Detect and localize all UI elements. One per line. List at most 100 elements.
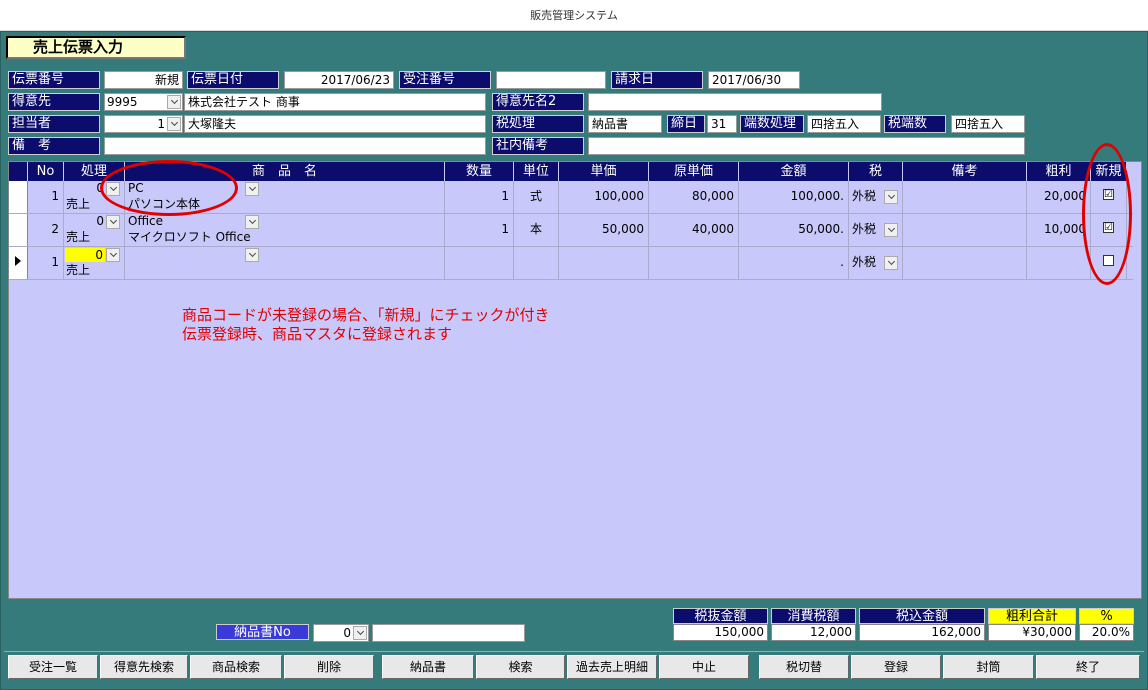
envelope-button[interactable]: 封筒 <box>943 655 1034 679</box>
rounding-label: 端数処理 <box>740 115 804 133</box>
row-selector[interactable] <box>9 214 28 246</box>
cell-unit-price[interactable]: 100,000 <box>559 181 649 213</box>
staff-code-combo[interactable]: 1 <box>104 115 183 133</box>
cell-unit[interactable] <box>514 247 559 279</box>
rounding-field[interactable]: 四捨五入 <box>807 115 881 133</box>
internal-remarks-field[interactable] <box>588 137 1025 155</box>
cell-remarks[interactable] <box>903 247 1027 279</box>
cell-remarks[interactable] <box>903 214 1027 246</box>
tax-toggle-button[interactable]: 税切替 <box>759 655 849 679</box>
cell-amount: 50,000. <box>739 214 849 246</box>
cancel-button[interactable]: 中止 <box>659 655 749 679</box>
order-list-button[interactable]: 受注一覧 <box>8 655 98 679</box>
past-sales-detail-button[interactable]: 過去売上明細 <box>567 655 657 679</box>
window-title: 販売管理システム <box>0 0 1148 31</box>
slip-date-label: 伝票日付 <box>187 71 279 89</box>
cell-remarks[interactable] <box>903 181 1027 213</box>
staff-name-field[interactable]: 大塚隆夫 <box>184 115 486 133</box>
col-gross-profit: 粗利 <box>1027 162 1091 181</box>
cell-cost-price[interactable]: 80,000 <box>649 181 739 213</box>
customer-search-button[interactable]: 得意先検索 <box>100 655 188 679</box>
table-row[interactable]: 1 0 売上 . 外税 <box>9 247 1133 280</box>
chevron-down-icon[interactable] <box>884 223 898 237</box>
chevron-down-icon[interactable] <box>167 117 181 131</box>
total-value: 162,000 <box>859 624 985 641</box>
chevron-down-icon[interactable] <box>106 215 120 229</box>
cell-cost-price[interactable]: 40,000 <box>649 214 739 246</box>
cell-unit-price[interactable]: 50,000 <box>559 214 649 246</box>
chevron-down-icon[interactable] <box>245 182 259 196</box>
delivery-extra-field[interactable] <box>372 624 525 642</box>
chevron-down-icon[interactable] <box>884 190 898 204</box>
slip-date-field[interactable]: 2017/06/23 <box>284 71 394 89</box>
profit-pct-label: % <box>1079 608 1134 624</box>
search-button[interactable]: 検索 <box>476 655 565 679</box>
cell-product[interactable]: Office マイクロソフト Office <box>125 214 445 246</box>
tax-process-label: 税処理 <box>492 115 584 133</box>
customer-code-combo[interactable]: 9995 <box>104 93 183 111</box>
chevron-down-icon[interactable] <box>106 248 120 262</box>
closing-label: 締日 <box>667 115 705 133</box>
tax-total-label: 消費税額 <box>771 608 856 624</box>
row-selector[interactable] <box>9 181 28 213</box>
customer-name-field[interactable]: 株式会社テスト 商事 <box>184 93 486 111</box>
col-remarks: 備考 <box>903 162 1027 181</box>
register-button[interactable]: 登録 <box>851 655 941 679</box>
tax-type: 外税 <box>852 222 877 236</box>
tax-rounding-label: 税端数 <box>884 115 946 133</box>
cell-gross-profit <box>1027 247 1091 279</box>
product-search-button[interactable]: 商品検索 <box>190 655 282 679</box>
cell-quantity[interactable] <box>445 247 514 279</box>
delivery-no-combo[interactable]: 0 <box>313 624 369 642</box>
cell-unit[interactable]: 式 <box>514 181 559 213</box>
profit-pct-value: 20.0% <box>1079 624 1134 641</box>
process-code[interactable]: 0 <box>96 214 104 228</box>
row-selector-header <box>9 162 28 181</box>
chevron-down-icon[interactable] <box>245 248 259 262</box>
annotation-ring-product <box>100 160 238 216</box>
cell-process[interactable]: 0 売上 <box>64 214 125 246</box>
cell-unit-price[interactable] <box>559 247 649 279</box>
annotation-ring-new <box>1082 143 1132 285</box>
tax-process-field[interactable]: 納品書 <box>588 115 662 133</box>
slip-no-field[interactable]: 新規 <box>104 71 183 89</box>
cell-no: 1 <box>28 247 64 279</box>
chevron-down-icon[interactable] <box>884 256 898 270</box>
product-code[interactable]: Office <box>128 214 163 229</box>
remarks-field[interactable] <box>104 137 486 155</box>
cell-tax[interactable]: 外税 <box>849 181 903 213</box>
current-row-arrow-icon <box>15 256 21 266</box>
tax-type: 外税 <box>852 255 877 269</box>
order-no-label: 受注番号 <box>399 71 491 89</box>
cell-quantity[interactable]: 1 <box>445 214 514 246</box>
chevron-down-icon[interactable] <box>167 95 181 109</box>
product-name[interactable]: マイクロソフト Office <box>128 229 251 245</box>
chevron-down-icon[interactable] <box>353 626 367 640</box>
slip-no-label: 伝票番号 <box>8 71 100 89</box>
process-code[interactable]: 0 <box>65 248 105 262</box>
cell-product[interactable] <box>125 247 445 279</box>
cell-cost-price[interactable] <box>649 247 739 279</box>
delete-button[interactable]: 削除 <box>284 655 374 679</box>
delivery-no-label: 納品書No <box>216 624 309 640</box>
exit-button[interactable]: 終了 <box>1036 655 1140 679</box>
cell-unit[interactable]: 本 <box>514 214 559 246</box>
customer-name2-field[interactable] <box>588 93 882 111</box>
row-selector[interactable] <box>9 247 28 279</box>
table-row[interactable]: 2 0 売上 Office マイクロソフト Office 1 本 50,000 … <box>9 214 1133 247</box>
annotation-line-2: 伝票登録時、商品マスタに登録されます <box>182 325 453 343</box>
tax-rounding-field[interactable]: 四捨五入 <box>951 115 1025 133</box>
billing-date-field[interactable]: 2017/06/30 <box>708 71 800 89</box>
cell-tax[interactable]: 外税 <box>849 214 903 246</box>
cell-quantity[interactable]: 1 <box>445 181 514 213</box>
col-unit: 単位 <box>514 162 559 181</box>
cell-tax[interactable]: 外税 <box>849 247 903 279</box>
delivery-slip-button[interactable]: 納品書 <box>382 655 474 679</box>
order-no-field[interactable] <box>496 71 606 89</box>
cell-amount: . <box>739 247 849 279</box>
closing-day-field[interactable]: 31 <box>707 115 737 133</box>
staff-label: 担当者 <box>8 115 100 133</box>
chevron-down-icon[interactable] <box>245 215 259 229</box>
cell-process[interactable]: 0 売上 <box>64 247 125 279</box>
customer-code-value: 9995 <box>107 95 138 109</box>
